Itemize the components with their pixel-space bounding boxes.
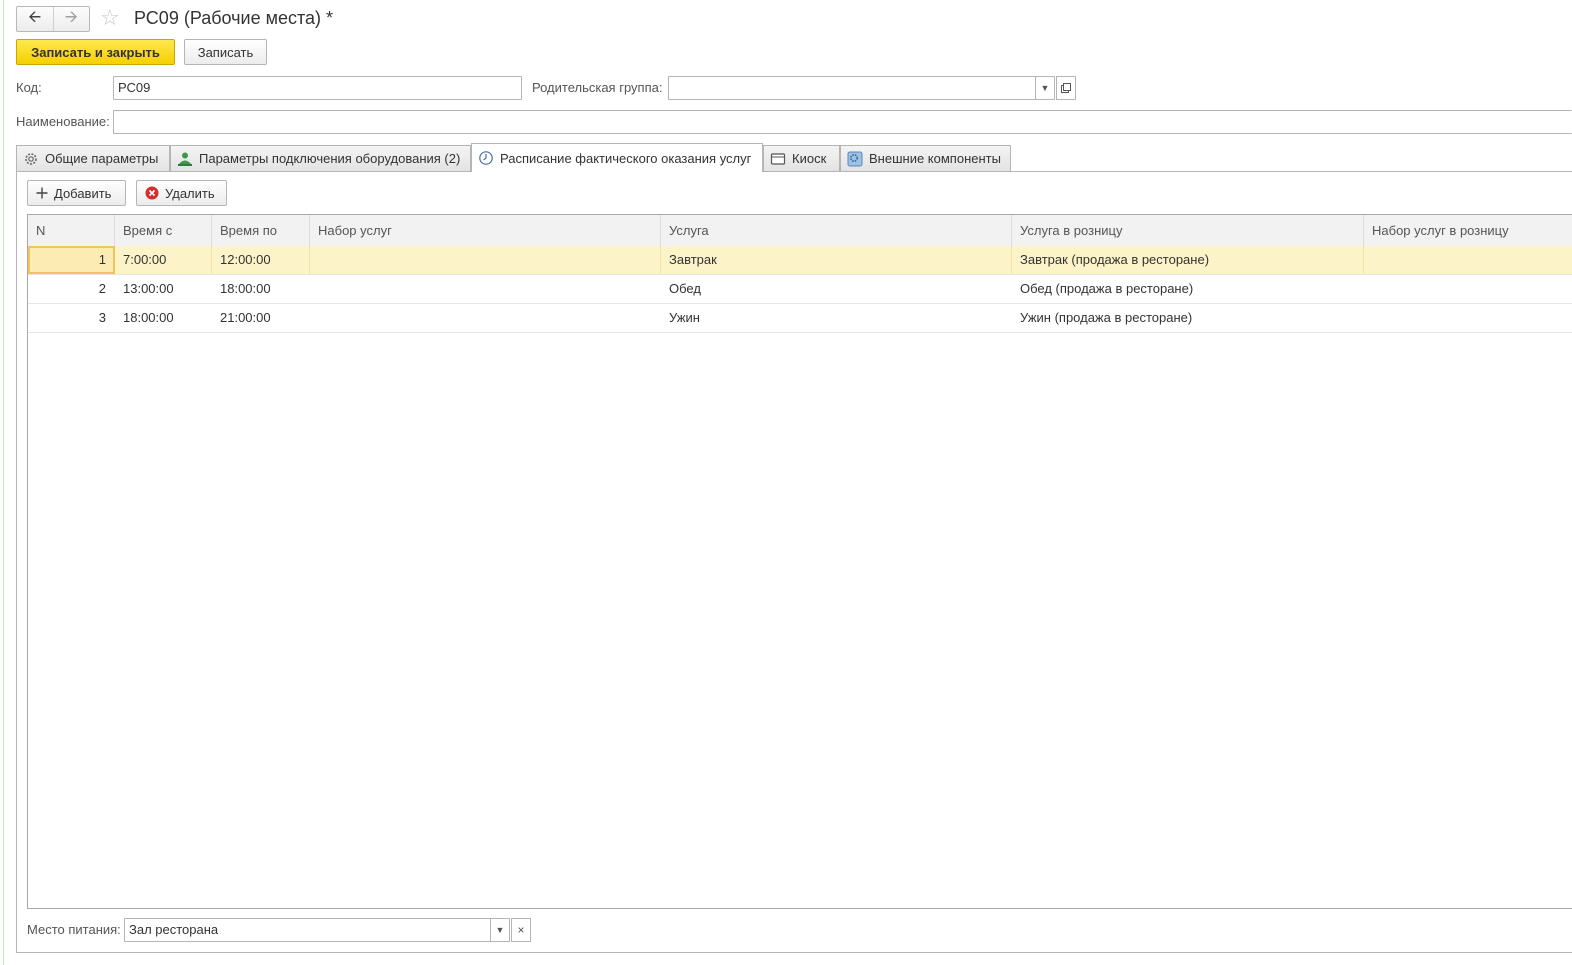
tab-schedule[interactable]: Расписание фактического оказания услуг: [471, 143, 763, 172]
cell-time-from[interactable]: 18:00:00: [115, 304, 212, 332]
clock-icon: [478, 150, 494, 166]
table-header: N Время с Время по Набор услуг Услуга Ус…: [28, 215, 1572, 247]
panel-bottom-border: [16, 952, 1572, 953]
tab-external-components[interactable]: Внешние компоненты: [840, 145, 1011, 171]
cell-retail-service[interactable]: Ужин (продажа в ресторане): [1012, 304, 1364, 332]
delete-button-label: Удалить: [165, 185, 215, 201]
delete-icon: [145, 186, 159, 200]
navigation-buttons: 🡨 🡪: [16, 6, 90, 32]
cell-service-set[interactable]: [310, 246, 661, 274]
form-window: 🡨 🡪 ☆ РС09 (Рабочие места) * Записать и …: [0, 0, 1572, 965]
place-dropdown-button[interactable]: ▼: [490, 918, 510, 942]
left-accent-line: [3, 0, 4, 965]
back-button[interactable]: 🡨: [17, 7, 53, 31]
tab-kiosk[interactable]: Киоск: [763, 145, 840, 171]
kiosk-icon: [770, 151, 786, 167]
column-header-service-set[interactable]: Набор услуг: [310, 215, 661, 246]
place-clear-button[interactable]: ×: [511, 918, 531, 942]
forward-button[interactable]: 🡪: [52, 7, 90, 31]
plus-icon: [36, 187, 48, 199]
cell-service[interactable]: Завтрак: [661, 246, 1012, 274]
code-input[interactable]: РС09: [113, 76, 522, 100]
name-label: Наименование:: [16, 114, 110, 129]
cell-n[interactable]: 2: [28, 275, 115, 303]
cell-n[interactable]: 3: [28, 304, 115, 332]
place-input[interactable]: Зал ресторана: [124, 918, 491, 942]
cell-service[interactable]: Ужин: [661, 304, 1012, 332]
equipment-user-icon: [177, 151, 193, 167]
arrow-right-icon: 🡪: [64, 8, 78, 26]
components-icon: [847, 151, 863, 167]
gear-icon: [23, 151, 39, 167]
tab-equipment-label: Параметры подключения оборудования (2): [199, 151, 461, 166]
column-header-service[interactable]: Услуга: [661, 215, 1012, 246]
cell-time-to[interactable]: 12:00:00: [212, 246, 310, 274]
cell-retail-service[interactable]: Завтрак (продажа в ресторане): [1012, 246, 1364, 274]
table-row[interactable]: 1 7:00:00 12:00:00 Завтрак Завтрак (прод…: [28, 246, 1572, 275]
column-header-time-to[interactable]: Время по: [212, 215, 310, 246]
cell-retail-service-set[interactable]: [1364, 275, 1572, 303]
tab-general-label: Общие параметры: [45, 151, 159, 166]
cell-time-to[interactable]: 21:00:00: [212, 304, 310, 332]
parent-group-open-button[interactable]: [1056, 76, 1076, 100]
save-and-close-button[interactable]: Записать и закрыть: [16, 39, 175, 65]
add-button-label: Добавить: [54, 185, 112, 201]
parent-group-label: Родительская группа:: [532, 80, 663, 95]
parent-group-dropdown-button[interactable]: ▼: [1035, 76, 1055, 100]
cell-retail-service-set[interactable]: [1364, 246, 1572, 274]
delete-button[interactable]: Удалить: [136, 180, 227, 206]
table-row[interactable]: 3 18:00:00 21:00:00 Ужин Ужин (продажа в…: [28, 304, 1572, 333]
tab-schedule-label: Расписание фактического оказания услуг: [500, 150, 752, 166]
arrow-left-icon: 🡨: [28, 8, 42, 26]
cell-retail-service[interactable]: Обед (продажа в ресторане): [1012, 275, 1364, 303]
add-button[interactable]: Добавить: [27, 180, 126, 206]
open-link-icon: [1061, 83, 1071, 93]
save-button[interactable]: Записать: [184, 39, 267, 65]
tab-kiosk-label: Киоск: [792, 151, 827, 166]
cell-service[interactable]: Обед: [661, 275, 1012, 303]
cell-retail-service-set[interactable]: [1364, 304, 1572, 332]
place-label: Место питания:: [27, 922, 121, 937]
cell-time-to[interactable]: 18:00:00: [212, 275, 310, 303]
schedule-table[interactable]: N Время с Время по Набор услуг Услуга Ус…: [27, 214, 1572, 909]
name-input[interactable]: [113, 110, 1572, 134]
tab-equipment[interactable]: Параметры подключения оборудования (2): [170, 145, 471, 171]
cell-service-set[interactable]: [310, 304, 661, 332]
window-title: РС09 (Рабочие места) *: [134, 8, 334, 28]
chevron-down-icon: ▼: [1040, 83, 1050, 93]
chevron-down-icon: ▼: [495, 925, 505, 935]
cell-time-from[interactable]: 7:00:00: [115, 246, 212, 274]
close-icon: ×: [517, 923, 525, 937]
cell-time-from[interactable]: 13:00:00: [115, 275, 212, 303]
column-header-retail-service-set[interactable]: Набор услуг в розницу: [1364, 215, 1572, 246]
star-icon[interactable]: ☆: [100, 4, 120, 32]
table-row[interactable]: 2 13:00:00 18:00:00 Обед Обед (продажа в…: [28, 275, 1572, 304]
cell-n[interactable]: 1: [28, 246, 115, 274]
parent-group-input[interactable]: [668, 76, 1036, 100]
column-header-time-from[interactable]: Время с: [115, 215, 212, 246]
column-header-retail-service[interactable]: Услуга в розницу: [1012, 215, 1364, 246]
column-header-n[interactable]: N: [28, 215, 115, 246]
cell-service-set[interactable]: [310, 275, 661, 303]
tab-general[interactable]: Общие параметры: [16, 145, 170, 171]
code-label: Код:: [16, 80, 42, 95]
tab-external-components-label: Внешние компоненты: [869, 151, 1001, 166]
